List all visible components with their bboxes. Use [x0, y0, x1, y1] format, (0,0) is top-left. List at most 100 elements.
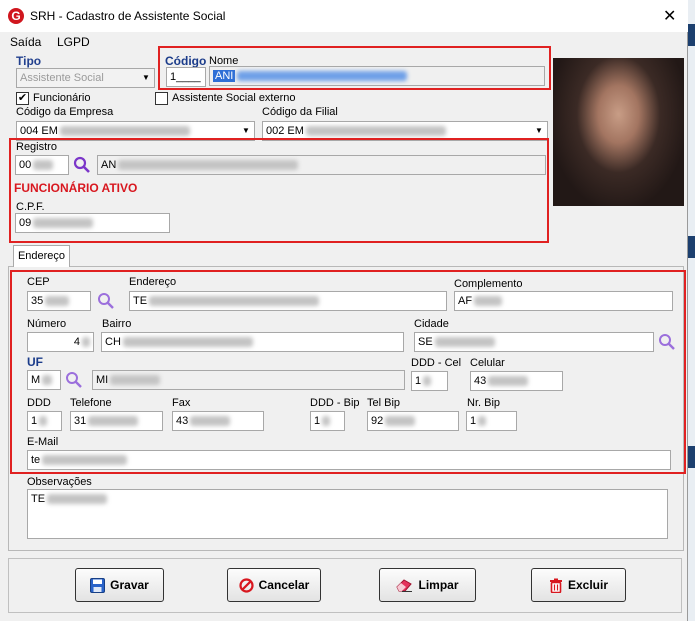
menu-item-saida[interactable]: Saída [10, 35, 41, 49]
telefone-input[interactable]: 31 [70, 411, 163, 431]
tel-bip-input[interactable]: 92 [367, 411, 459, 431]
title-bar: G SRH - Cadastro de Assistente Social ✕ [0, 0, 688, 32]
limpar-label: Limpar [418, 578, 459, 592]
complemento-input[interactable]: AF [454, 291, 673, 311]
redacted-text [82, 337, 90, 348]
email-label: E-Mail [27, 436, 59, 448]
redacted-text [33, 160, 54, 171]
celular-input[interactable]: 43 [470, 371, 563, 391]
excluir-label: Excluir [567, 578, 609, 592]
menu-item-lgpd[interactable]: LGPD [57, 35, 90, 49]
ddd-cel-input[interactable]: 1 [411, 371, 448, 391]
empresa-value: 004 EM [20, 125, 58, 137]
tab-endereco[interactable]: Endereço [13, 245, 70, 267]
cidade-input[interactable]: SE [414, 332, 654, 352]
excluir-button[interactable]: Excluir [531, 568, 626, 602]
bairro-input[interactable]: CH [101, 332, 404, 352]
background-window-edge [688, 0, 695, 621]
nome-value: ANI [213, 70, 236, 82]
endereco-label: Endereço [129, 276, 177, 288]
close-icon[interactable]: ✕ [663, 6, 676, 26]
app-logo-icon: G [8, 8, 24, 24]
search-icon[interactable] [658, 333, 676, 351]
redacted-text [45, 296, 70, 307]
registro-code: 00 [19, 159, 32, 171]
nome-input[interactable]: ANI [209, 66, 545, 86]
cidade-value: SE [418, 336, 433, 348]
ddd-input[interactable]: 1 [27, 411, 62, 431]
redacted-text [488, 376, 529, 387]
redacted-text [190, 416, 231, 427]
registro-input[interactable]: 00 [15, 155, 69, 175]
search-icon[interactable] [73, 156, 91, 174]
codigo-input[interactable]: 1____ [166, 67, 206, 87]
ddd-cel-label: DDD - Cel [411, 357, 462, 369]
tipo-select[interactable]: Assistente Social ▼ [16, 68, 155, 88]
cep-label: CEP [27, 276, 50, 288]
ddd-bip-input[interactable]: 1 [310, 411, 345, 431]
redacted-text [47, 494, 108, 505]
limpar-button[interactable]: Limpar [379, 568, 476, 602]
gravar-button[interactable]: Gravar [75, 568, 164, 602]
numero-label: Número [27, 318, 67, 330]
redacted-text [474, 296, 503, 307]
bairro-label: Bairro [102, 318, 132, 330]
endereco-value: TE [133, 295, 148, 307]
redacted-text [110, 375, 161, 386]
registro-label: Registro [16, 141, 57, 153]
cpf-input[interactable]: 09 [15, 213, 170, 233]
numero-input[interactable]: 4 [27, 332, 94, 352]
telefone-value: 31 [74, 415, 87, 427]
filial-label: Código da Filial [262, 106, 338, 118]
endereco-input[interactable]: TE [129, 291, 447, 311]
funcionario-label: Funcionário [33, 92, 91, 104]
observacoes-textarea[interactable]: TE [27, 489, 668, 539]
redacted-text [385, 416, 416, 427]
email-input[interactable]: te [27, 450, 671, 470]
tipo-label: Tipo [16, 54, 42, 68]
ddd-label: DDD [27, 397, 51, 409]
nr-bip-input[interactable]: 1 [466, 411, 517, 431]
redacted-text [322, 416, 331, 427]
redacted-text [434, 337, 495, 348]
funcionario-checkbox[interactable]: ✔ [16, 92, 29, 105]
redacted-text [88, 416, 139, 427]
redacted-text [305, 126, 446, 137]
fax-label: Fax [172, 397, 191, 409]
search-icon[interactable] [65, 371, 83, 389]
telefone-label: Telefone [70, 397, 112, 409]
dialog-window: G SRH - Cadastro de Assistente Social ✕ … [0, 0, 688, 621]
fax-input[interactable]: 43 [172, 411, 264, 431]
search-icon[interactable] [97, 292, 115, 310]
redacted-text [42, 455, 128, 466]
redacted-text [59, 126, 190, 137]
filial-value: 002 EM [266, 125, 304, 137]
uf-code-input[interactable]: M [27, 370, 61, 390]
window-title: SRH - Cadastro de Assistente Social [30, 9, 226, 23]
eraser-icon [396, 579, 413, 592]
ddd-value: 1 [31, 415, 38, 427]
redacted-text [149, 296, 320, 307]
cpf-value: 09 [19, 217, 32, 229]
bairro-value: CH [105, 336, 121, 348]
tel-bip-label: Tel Bip [367, 397, 401, 409]
empresa-label: Código da Empresa [16, 106, 114, 118]
externo-checkbox[interactable] [155, 92, 168, 105]
numero-value: 4 [73, 336, 80, 348]
save-icon [90, 577, 106, 593]
redacted-text [33, 218, 94, 229]
cep-input[interactable]: 35 [27, 291, 91, 311]
email-value: te [31, 454, 41, 466]
redacted-text [478, 416, 487, 427]
codigo-value: 1____ [170, 71, 201, 83]
ddd-bip-label: DDD - Bip [310, 397, 360, 409]
cancelar-button[interactable]: Cancelar [227, 568, 321, 602]
cidade-label: Cidade [414, 318, 449, 330]
redacted-text [118, 160, 299, 171]
codigo-label: Código [165, 54, 207, 68]
celular-label: Celular [470, 357, 505, 369]
uf-name: MI [96, 374, 109, 386]
registro-name: AN [101, 159, 117, 171]
redacted-text [42, 375, 53, 386]
celular-value: 43 [474, 375, 487, 387]
